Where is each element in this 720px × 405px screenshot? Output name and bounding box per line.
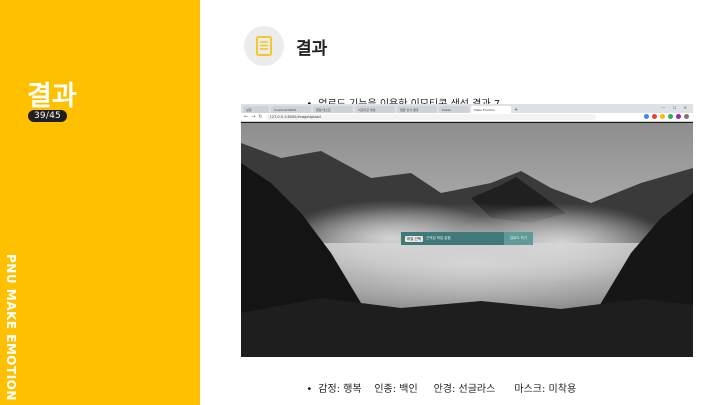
extension-icon[interactable] [644, 114, 649, 119]
file-status-text: 선택된 파일 없음 [426, 236, 451, 240]
browser-tab[interactable]: 얼굴 인식 결과 [397, 106, 437, 113]
browser-tab[interactable]: 설정 [243, 106, 269, 113]
extension-icon[interactable] [668, 114, 673, 119]
browser-tab-active[interactable]: Make Emotion [471, 106, 511, 113]
browser-tab-bar: 설정 localhost:8000 웹캠 테스트 이모티콘 생성 얼굴 인식 결… [241, 104, 693, 113]
file-input[interactable]: 파일 선택 선택된 파일 없음 [401, 232, 504, 245]
sidebar-title: 결과 [27, 81, 77, 112]
browser-address-bar: ← → ↻ 127.0.0.1:8000/imageUpload [241, 113, 693, 122]
sidebar: 결과 39/45 PNU MAKE EMOTION [0, 0, 200, 405]
page-title: 결과 [296, 39, 328, 59]
back-icon[interactable]: ← [244, 114, 248, 120]
extension-icon[interactable] [652, 114, 657, 119]
document-icon [256, 36, 272, 56]
browser-screenshot: 설정 localhost:8000 웹캠 테스트 이모티콘 생성 얼굴 인식 결… [241, 104, 693, 357]
bottom-bullet-text: 감정: 행복 인종: 백인 안경: 선글라스 마스크: 미착용 [318, 384, 577, 395]
browser-tab[interactable]: 웹캠 테스트 [313, 106, 353, 113]
bottom-bullet: • 감정: 행복 인종: 백인 안경: 선글라스 마스크: 미착용 [300, 369, 576, 395]
extension-icon[interactable] [660, 114, 665, 119]
upload-submit-button[interactable]: 업로드 하기 [504, 232, 533, 245]
vertical-brand-text: PNU MAKE EMOTION [4, 254, 18, 401]
browser-tab[interactable]: Kakao [439, 106, 469, 113]
extension-icon[interactable] [684, 114, 689, 119]
extension-icon[interactable] [676, 114, 681, 119]
file-select-button[interactable]: 파일 선택 [405, 235, 423, 242]
url-input[interactable]: 127.0.0.1:8000/imageUpload [265, 114, 596, 120]
browser-tab[interactable]: 이모티콘 생성 [355, 106, 395, 113]
forward-icon[interactable]: → [251, 114, 255, 120]
browser-tab[interactable]: localhost:8000 [271, 106, 311, 113]
header-icon-circle [244, 26, 284, 66]
reload-icon[interactable]: ↻ [258, 114, 262, 120]
window-controls[interactable]: — ☐ ✕ [662, 105, 690, 110]
page-number-badge: 39/45 [28, 110, 67, 122]
bullet-dot: • [306, 384, 313, 395]
upload-form: 파일 선택 선택된 파일 없음 업로드 하기 [401, 232, 533, 245]
extension-icons [644, 114, 689, 119]
